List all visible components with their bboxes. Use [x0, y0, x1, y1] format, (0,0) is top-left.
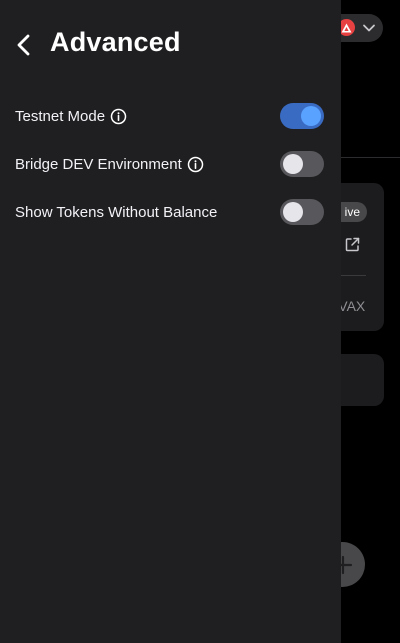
testnet-mode-toggle[interactable] — [280, 103, 324, 129]
back-button[interactable] — [10, 30, 38, 60]
toggle-knob — [301, 106, 321, 126]
info-icon[interactable] — [187, 156, 204, 173]
setting-label: Testnet Mode — [15, 107, 106, 125]
toggle-knob — [283, 154, 303, 174]
bridge-dev-environment-toggle[interactable] — [280, 151, 324, 177]
toggle-knob — [283, 202, 303, 222]
show-tokens-without-balance-toggle[interactable] — [280, 199, 324, 225]
drawer-header: Advanced — [0, 0, 341, 88]
chevron-left-icon — [17, 34, 30, 56]
page-title: Advanced — [50, 27, 181, 57]
tab-divider — [340, 157, 400, 158]
setting-row-show-tokens-without-balance: Show Tokens Without Balance — [0, 190, 341, 234]
info-icon[interactable] — [110, 108, 127, 125]
setting-row-bridge-dev-environment: Bridge DEV Environment — [0, 142, 341, 186]
setting-label: Bridge DEV Environment — [15, 155, 182, 173]
advanced-settings-drawer: Advanced Testnet Mode Bridge DEV Environ… — [0, 0, 341, 643]
external-link-icon[interactable] — [344, 236, 361, 253]
chevron-down-icon[interactable] — [361, 20, 377, 36]
screen: y ive AVAX Advanced — [0, 0, 400, 643]
setting-row-testnet-mode: Testnet Mode — [0, 94, 341, 138]
setting-label: Show Tokens Without Balance — [15, 203, 218, 221]
